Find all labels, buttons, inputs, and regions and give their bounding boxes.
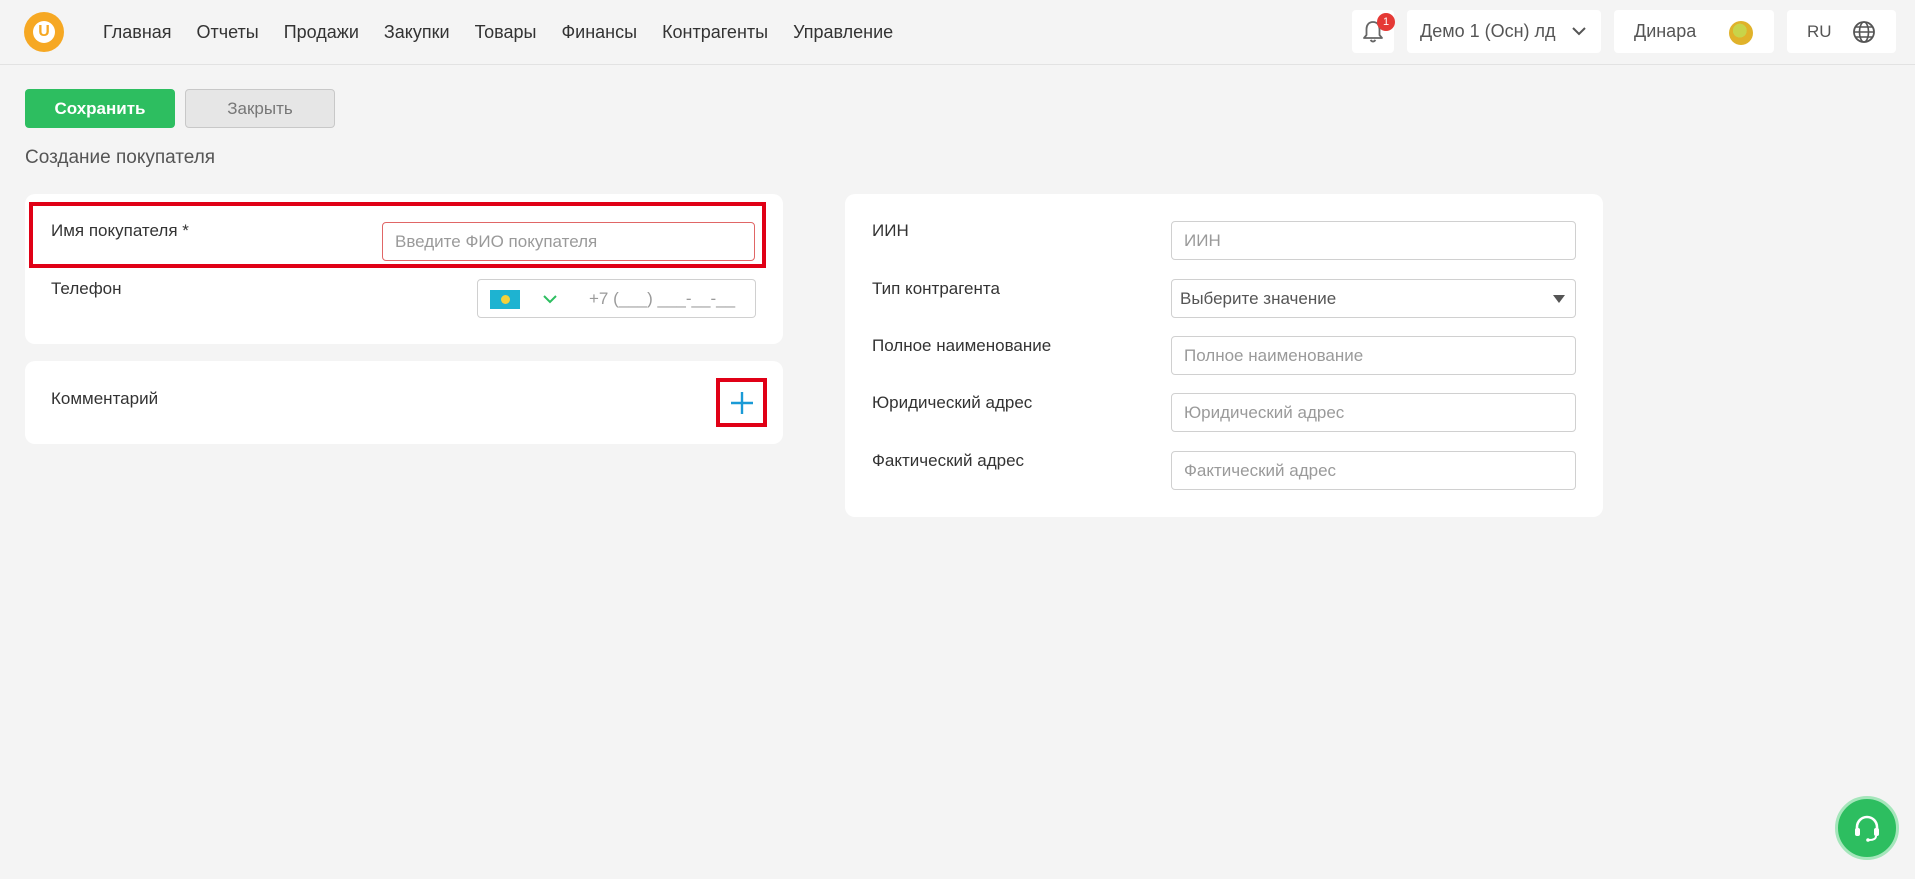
nav-item-purchases[interactable]: Закупки	[384, 22, 450, 43]
chevron-down-icon	[1572, 27, 1586, 36]
support-chat-button[interactable]	[1835, 796, 1899, 860]
close-button[interactable]: Закрыть	[185, 89, 335, 128]
kz-flag-icon	[490, 290, 520, 309]
top-bar: U Главная Отчеты Продажи Закупки Товары …	[0, 0, 1915, 65]
user-name: Динара	[1634, 21, 1697, 41]
contractor-type-value: Выберите значение	[1180, 288, 1337, 308]
nav-item-reports[interactable]: Отчеты	[197, 22, 259, 43]
caret-down-icon	[1553, 295, 1565, 303]
nav-item-sales[interactable]: Продажи	[284, 22, 359, 43]
globe-icon	[1853, 21, 1875, 43]
language-code: RU	[1807, 21, 1832, 41]
nav-item-contractors[interactable]: Контрагенты	[662, 22, 768, 43]
iin-input[interactable]	[1171, 221, 1576, 260]
nav-item-products[interactable]: Товары	[475, 22, 537, 43]
company-name: Демо 1 (Осн) лд	[1420, 21, 1556, 41]
avatar	[1729, 21, 1753, 45]
app-logo[interactable]: U	[24, 12, 64, 52]
nav-item-home[interactable]: Главная	[103, 22, 172, 43]
actual-address-input[interactable]	[1171, 451, 1576, 490]
chevron-down-icon	[543, 295, 557, 304]
actual-address-label: Фактический адрес	[872, 451, 1025, 470]
user-menu[interactable]: Динара	[1614, 10, 1774, 53]
logo-letter: U	[33, 21, 55, 43]
nav-item-finance[interactable]: Финансы	[561, 22, 637, 43]
full-name-input[interactable]	[1171, 336, 1576, 375]
legal-address-input[interactable]	[1171, 393, 1576, 432]
main-nav: Главная Отчеты Продажи Закупки Товары Фи…	[103, 0, 918, 65]
comment-plus-highlight	[716, 378, 767, 427]
contractor-type-select[interactable]: Выберите значение	[1171, 279, 1576, 318]
contractor-type-label: Тип контрагента	[872, 279, 1000, 298]
notification-badge: 1	[1377, 13, 1395, 31]
page-title: Создание покупателя	[25, 147, 216, 168]
full-name-label: Полное наименование	[872, 336, 1052, 355]
headset-icon	[1855, 815, 1879, 842]
comment-label: Комментарий	[51, 389, 159, 408]
phone-input[interactable]: +7 (___) ___-__-__	[578, 279, 756, 318]
phone-label: Телефон	[51, 279, 122, 298]
notifications-button[interactable]: 1	[1352, 10, 1395, 53]
name-field-highlight	[29, 202, 766, 268]
language-selector[interactable]: RU	[1787, 10, 1896, 53]
company-selector[interactable]: Демо 1 (Осн) лд	[1407, 10, 1601, 53]
phone-country-selector[interactable]	[477, 279, 579, 318]
iin-label: ИИН	[872, 221, 909, 240]
phone-placeholder: +7 (___) ___-__-__	[589, 289, 736, 308]
legal-address-label: Юридический адрес	[872, 393, 1033, 412]
nav-item-management[interactable]: Управление	[793, 22, 893, 43]
save-button[interactable]: Сохранить	[25, 89, 175, 128]
